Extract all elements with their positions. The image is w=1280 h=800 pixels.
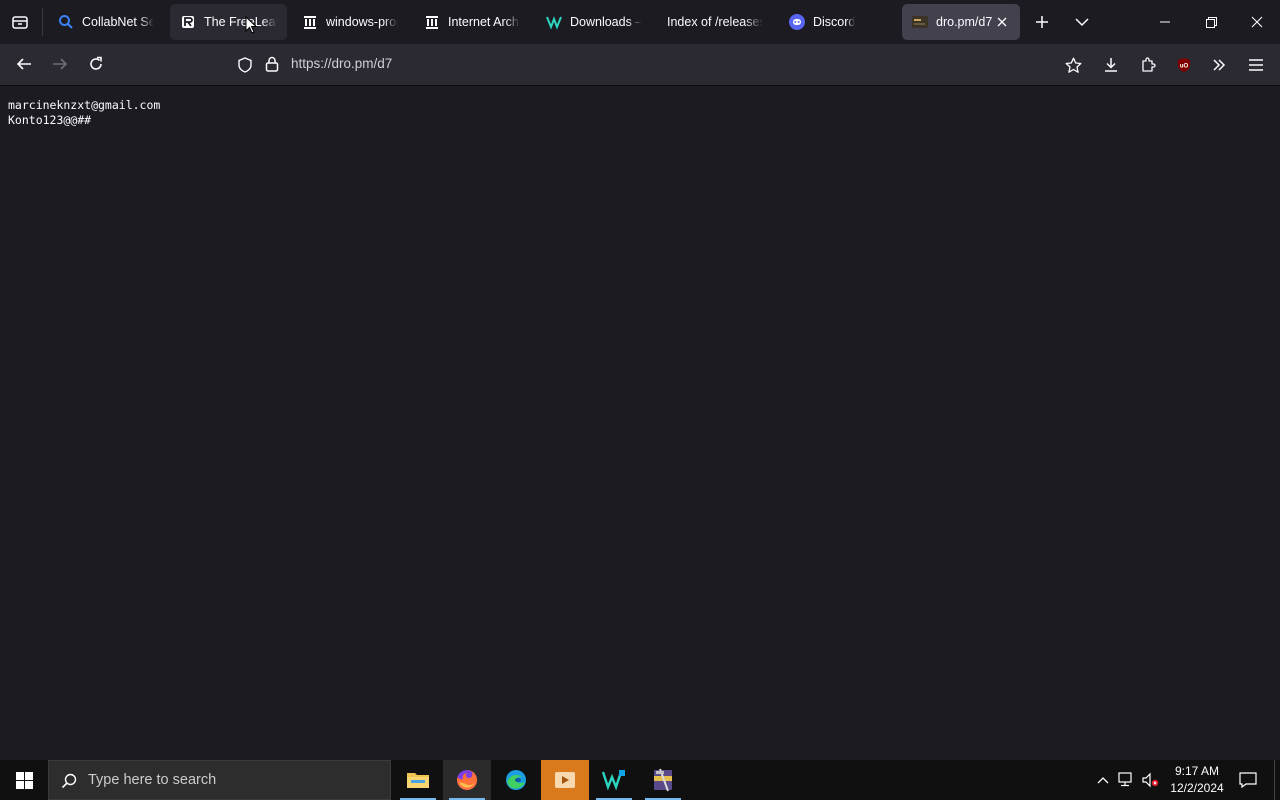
tab-label: CollabNet Search — [82, 15, 154, 29]
tab-label: Index of /releases/ — [667, 15, 763, 29]
chevron-down-icon — [1075, 18, 1089, 27]
chevron-up-icon — [1097, 777, 1109, 784]
close-icon — [997, 17, 1007, 27]
tab-index-releases[interactable]: Index of /releases/ — [657, 4, 773, 40]
plus-icon — [1036, 16, 1048, 28]
tab-collabnet[interactable]: CollabNet Search — [48, 4, 164, 40]
tab-internet-archive[interactable]: Internet Archive — [414, 4, 530, 40]
close-icon — [1251, 16, 1263, 28]
tab-dro-pm[interactable]: dro.pm/d7 — [902, 4, 1020, 40]
arrow-right-icon — [53, 58, 68, 70]
tab-label: Internet Archive — [448, 15, 520, 29]
tab-strip: CollabNet Search The FreeLeak windows-pr… — [0, 0, 1280, 44]
edge-icon — [506, 770, 526, 790]
clock-date: 12/2/2024 — [1170, 781, 1224, 795]
windows-logo-icon — [15, 771, 33, 789]
media-player-icon — [555, 772, 575, 788]
extensions-button[interactable] — [1135, 52, 1161, 78]
reload-button[interactable] — [82, 50, 110, 78]
tab-windows-programs[interactable]: windows-programs — [292, 4, 408, 40]
list-all-tabs-button[interactable] — [1070, 10, 1094, 34]
close-tab-button[interactable] — [994, 14, 1010, 30]
archive-building-icon — [424, 14, 440, 30]
show-desktop-button[interactable] — [1274, 760, 1280, 800]
notification-icon — [1239, 772, 1257, 788]
network-icon — [1118, 772, 1132, 787]
tab-downloads[interactable]: Downloads – Cyber — [536, 4, 652, 40]
tab-label: dro.pm/d7 — [936, 15, 993, 29]
double-chevron-right-icon — [1213, 59, 1226, 71]
archive-building-icon — [302, 14, 318, 30]
search-placeholder: Type here to search — [88, 772, 217, 788]
search-icon — [58, 14, 74, 30]
discord-icon — [789, 14, 805, 30]
taskbar-winrar[interactable] — [639, 760, 687, 800]
minimize-icon — [1160, 21, 1170, 23]
volume-status[interactable] — [1140, 760, 1160, 800]
start-button[interactable] — [0, 760, 48, 800]
address-bar[interactable]: https://dro.pm/d7 — [228, 48, 1100, 80]
restore-icon — [1205, 16, 1217, 28]
restore-button[interactable] — [1188, 0, 1234, 44]
mouse-cursor-icon — [245, 16, 257, 34]
reload-icon — [90, 56, 102, 70]
forward-button[interactable] — [46, 50, 74, 78]
tab-separator — [42, 8, 43, 36]
new-tab-button[interactable] — [1030, 10, 1054, 34]
lock-icon[interactable] — [264, 55, 280, 73]
tab-label: Downloads – Cyber — [570, 15, 642, 29]
ublock-origin-button[interactable]: uO — [1171, 52, 1197, 78]
page-thumbnail-icon — [912, 14, 928, 30]
tab-freeleak[interactable]: The FreeLeak — [170, 4, 287, 40]
arrow-left-icon — [16, 58, 31, 70]
download-icon — [1105, 58, 1117, 72]
freeleak-logo-icon — [180, 14, 196, 30]
app-menu-button[interactable] — [1243, 52, 1269, 78]
text-line-password: Konto123@@## — [8, 113, 92, 127]
puzzle-icon — [1142, 57, 1156, 72]
navigation-toolbar: https://dro.pm/d7 uO — [0, 44, 1280, 86]
tab-label: windows-programs — [326, 15, 398, 29]
clock-time: 9:17 AM — [1174, 764, 1220, 778]
url-text[interactable]: https://dro.pm/d7 — [291, 56, 392, 71]
page-content: marcineknzxt@gmail.com Konto123@@## — [0, 86, 1280, 760]
firefox-view-icon — [12, 16, 28, 29]
taskbar-file-explorer[interactable] — [394, 760, 442, 800]
network-status[interactable] — [1116, 760, 1136, 800]
firefox-view-button[interactable] — [8, 10, 32, 34]
action-center-button[interactable] — [1234, 760, 1262, 800]
tab-label: Discord — [813, 15, 856, 29]
winrar-icon — [654, 768, 672, 792]
bookmark-star-button[interactable] — [1062, 54, 1084, 76]
ublock-shield-icon: uO — [1178, 58, 1190, 72]
volume-muted-icon — [1142, 772, 1159, 788]
taskbar-firefox[interactable] — [443, 760, 491, 800]
tab-discord[interactable]: Discord — [779, 4, 895, 40]
downloads-button[interactable] — [1098, 52, 1124, 78]
search-icon — [61, 773, 77, 789]
tab-label: The FreeLeak — [204, 15, 277, 29]
taskbar-edge[interactable] — [492, 760, 540, 800]
file-explorer-icon — [407, 773, 429, 788]
minimize-button[interactable] — [1142, 0, 1188, 44]
taskbar-clock[interactable]: 9:17 AM 12/2/2024 — [1163, 763, 1231, 797]
taskbar-media-player[interactable] — [541, 760, 589, 800]
cyber-logo-icon — [546, 14, 562, 30]
svg-text:uO: uO — [1180, 64, 1189, 70]
more-tools-button[interactable] — [1206, 52, 1232, 78]
back-button[interactable] — [10, 50, 38, 78]
firefox-icon — [457, 769, 478, 790]
windows-taskbar: Type here to search 9:17 AM 12/2/2024 — [0, 760, 1280, 800]
taskbar-vscode-like[interactable] — [590, 760, 638, 800]
taskbar-search-box[interactable]: Type here to search — [48, 760, 391, 800]
plain-text-document: marcineknzxt@gmail.com Konto123@@## — [8, 98, 160, 128]
show-hidden-icons-button[interactable] — [1094, 760, 1112, 800]
hamburger-menu-icon — [1249, 59, 1263, 71]
star-icon — [1065, 57, 1081, 73]
vscode-like-icon — [602, 770, 625, 791]
tracking-protection-shield-icon[interactable] — [236, 56, 254, 74]
close-window-button[interactable] — [1234, 0, 1280, 44]
text-line-email: marcineknzxt@gmail.com — [8, 98, 161, 112]
